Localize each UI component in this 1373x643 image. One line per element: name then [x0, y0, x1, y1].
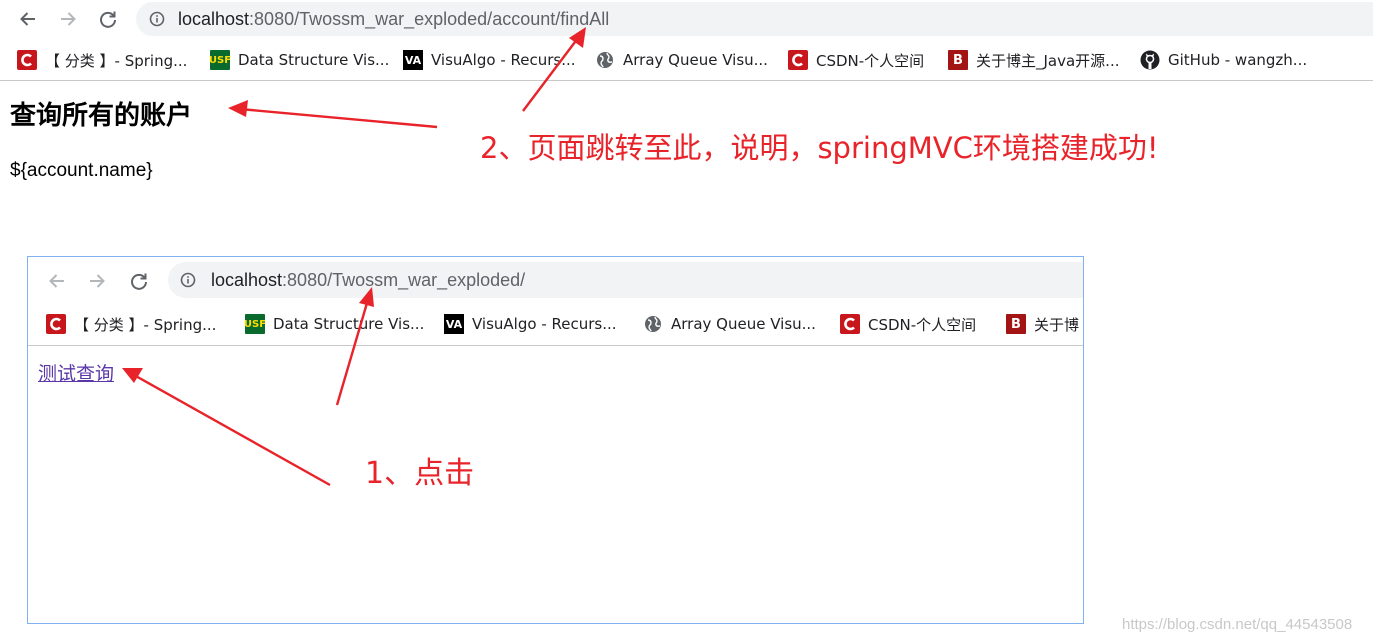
- csdn-icon: [46, 314, 66, 334]
- browser-toolbar: localhost:8080/Twossm_war_exploded/accou…: [0, 0, 1373, 38]
- bookmark-label: VisuAlgo - Recurs...: [431, 51, 576, 69]
- reload-icon: [100, 11, 116, 28]
- bookmark-item[interactable]: USF Data Structure Vis...: [209, 49, 390, 71]
- visualgo-icon: VA: [403, 50, 423, 70]
- bookmark-item[interactable]: B 关于博主_Java开源...: [948, 49, 1120, 71]
- bookmark-label: 【 分类 】- Spring...: [45, 51, 188, 70]
- inner-address-bar[interactable]: localhost:8080/Twossm_war_exploded/: [168, 262, 1083, 298]
- bookmarks-bar: 【 分类 】- Spring... USF Data Structure Vis…: [0, 40, 1373, 81]
- inner-back-button[interactable]: [44, 268, 70, 294]
- url-host: localhost: [178, 9, 250, 29]
- bookmark-label: 关于博主_Java开源...: [976, 51, 1120, 70]
- arrow-left-icon: [20, 12, 35, 26]
- arrow-right-icon: [90, 274, 105, 288]
- arrow-to-page-title: [228, 100, 438, 129]
- inner-browser-toolbar: localhost:8080/Twossm_war_exploded/: [28, 257, 1083, 303]
- bookmark-item[interactable]: Array Queue Visu...: [643, 313, 816, 335]
- bookmark-item[interactable]: GitHub - wangzh...: [1140, 49, 1307, 71]
- bookmark-label: Array Queue Visu...: [671, 315, 816, 333]
- bookmark-label: Data Structure Vis...: [273, 315, 425, 333]
- csdn-icon: [840, 314, 860, 334]
- bookmark-label: CSDN-个人空间: [868, 315, 977, 334]
- bookmark-label: VisuAlgo - Recurs...: [472, 315, 617, 333]
- info-icon[interactable]: [149, 11, 165, 32]
- forward-button[interactable]: [55, 6, 81, 32]
- bookmark-item[interactable]: USF Data Structure Vis...: [244, 313, 425, 335]
- bookmark-item[interactable]: 【 分类 】- Spring...: [46, 313, 216, 335]
- url-path: :8080/Twossm_war_exploded/account/findAl…: [249, 9, 610, 29]
- info-icon[interactable]: [180, 272, 196, 293]
- reload-button[interactable]: [95, 6, 121, 32]
- inner-url-path: :8080/Twossm_war_exploded/: [282, 270, 526, 290]
- inner-bookmarks-bar: 【 分类 】- Spring... USF Data Structure Vis…: [28, 303, 1083, 346]
- bookmark-item[interactable]: VA VisuAlgo - Recurs...: [444, 313, 617, 335]
- blog-b-icon: B: [1006, 314, 1026, 334]
- globe-icon: [595, 50, 615, 70]
- watermark: https://blog.csdn.net/qq_44543508: [1122, 616, 1353, 633]
- bookmark-label: 【 分类 】- Spring...: [74, 315, 217, 334]
- annotation-step-1: 1、点击: [365, 456, 475, 491]
- inner-url-host: localhost: [211, 270, 283, 290]
- annotation-step-2: 2、页面跳转至此，说明，springMVC环境搭建成功!: [480, 131, 1159, 165]
- visualgo-icon: VA: [444, 314, 464, 334]
- csdn-icon: [17, 50, 37, 70]
- reload-icon: [131, 273, 147, 290]
- bookmark-item[interactable]: CSDN-个人空间: [840, 313, 976, 335]
- address-bar[interactable]: localhost:8080/Twossm_war_exploded/accou…: [136, 2, 1373, 36]
- inner-reload-button[interactable]: [126, 268, 152, 294]
- usf-icon: USF: [209, 50, 231, 70]
- bookmark-item[interactable]: B 关于博: [1006, 313, 1079, 335]
- account-name-expression: ${account.name}: [10, 160, 153, 181]
- github-icon: [1140, 50, 1160, 70]
- bookmark-item[interactable]: Array Queue Visu...: [595, 49, 768, 71]
- inner-forward-button[interactable]: [84, 268, 110, 294]
- back-button[interactable]: [15, 6, 41, 32]
- arrow-left-icon: [49, 274, 64, 288]
- blog-b-icon: B: [948, 50, 968, 70]
- page-title: 查询所有的账户: [10, 101, 193, 131]
- inner-url-text[interactable]: localhost:8080/Twossm_war_exploded/: [211, 270, 525, 291]
- csdn-icon: [788, 50, 808, 70]
- bookmark-item[interactable]: 【 分类 】- Spring...: [17, 49, 187, 71]
- bookmark-label: CSDN-个人空间: [816, 51, 925, 70]
- test-query-link[interactable]: 测试查询: [38, 359, 114, 386]
- usf-icon: USF: [244, 314, 266, 334]
- bookmark-label: Array Queue Visu...: [623, 51, 768, 69]
- bookmark-item[interactable]: CSDN-个人空间: [788, 49, 924, 71]
- bookmark-label: 关于博: [1034, 315, 1080, 334]
- bookmark-item[interactable]: VA VisuAlgo - Recurs...: [403, 49, 576, 71]
- globe-icon: [643, 314, 663, 334]
- bookmark-label: Data Structure Vis...: [238, 51, 390, 69]
- embedded-browser-screenshot: localhost:8080/Twossm_war_exploded/ 【 分类…: [27, 256, 1084, 624]
- url-text[interactable]: localhost:8080/Twossm_war_exploded/accou…: [178, 9, 609, 30]
- bookmark-label: GitHub - wangzh...: [1168, 51, 1308, 69]
- arrow-right-icon: [61, 12, 76, 26]
